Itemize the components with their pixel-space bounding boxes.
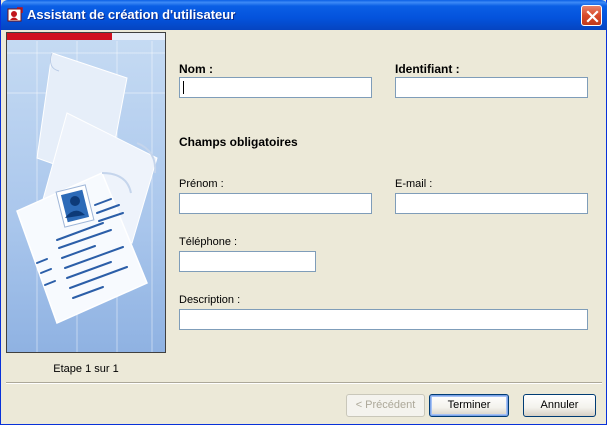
title-bar[interactable]: Assistant de création d'utilisateur [1, 0, 607, 30]
nom-label: Nom : [179, 62, 213, 76]
text-caret [183, 81, 184, 94]
close-icon [586, 10, 599, 23]
description-label: Description : [179, 294, 241, 306]
identifiant-field[interactable] [395, 77, 588, 98]
previous-button[interactable]: < Précédent [346, 394, 425, 417]
cancel-button[interactable]: Annuler [523, 394, 596, 417]
footer-separator [6, 382, 602, 384]
step-indicator: Etape 1 sur 1 [53, 363, 119, 375]
identifiant-label: Identifiant : [395, 62, 460, 76]
email-label: E-mail : [395, 178, 433, 190]
user-wizard-icon [7, 7, 23, 23]
prenom-field[interactable] [179, 193, 372, 214]
finish-button[interactable]: Terminer [429, 394, 509, 417]
wizard-side-illustration [6, 32, 166, 353]
close-button[interactable] [581, 5, 602, 26]
wizard-dialog: Assistant de création d'utilisateur Etap… [0, 0, 607, 425]
telephone-label: Téléphone : [179, 236, 238, 248]
email-field[interactable] [395, 193, 588, 214]
telephone-field[interactable] [179, 251, 316, 272]
documents-illustration [7, 33, 165, 352]
window-title: Assistant de création d'utilisateur [27, 7, 236, 22]
prenom-label: Prénom : [179, 178, 224, 190]
nom-field[interactable] [179, 77, 372, 98]
description-field[interactable] [179, 309, 588, 330]
section-title: Champs obligatoires [179, 135, 298, 149]
